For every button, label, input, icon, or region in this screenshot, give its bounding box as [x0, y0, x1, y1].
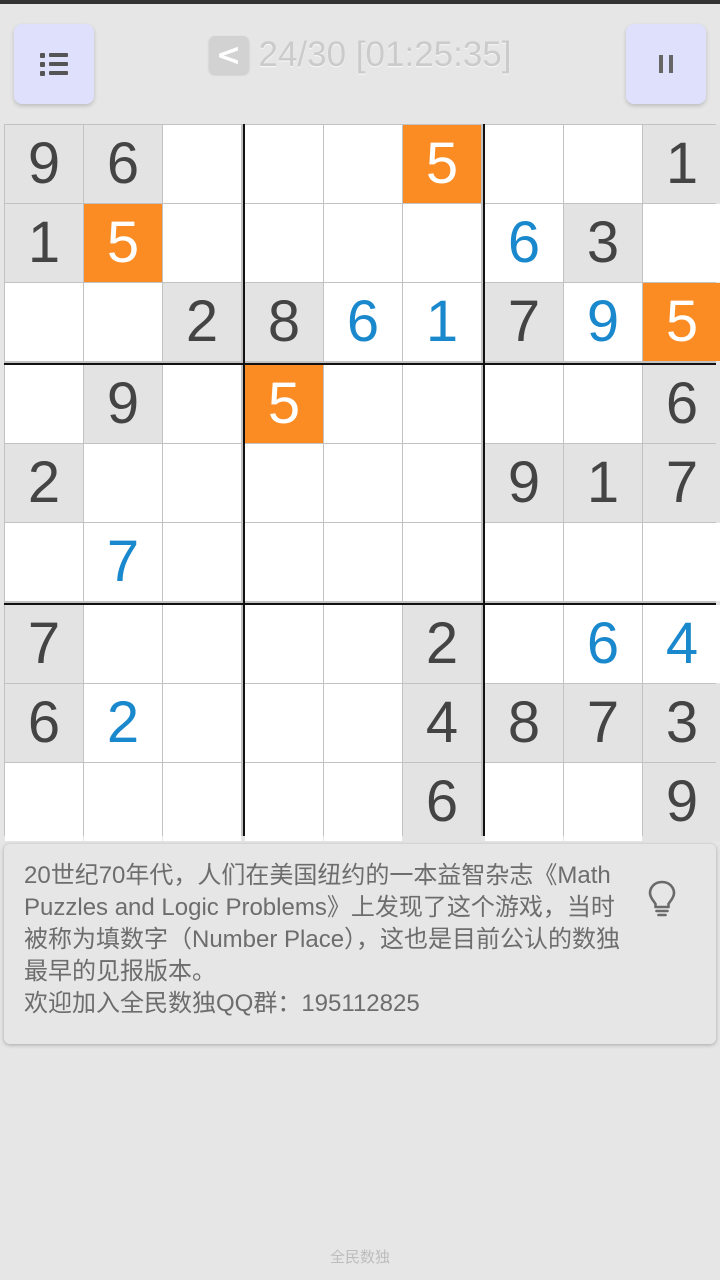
- cell-r5-c1[interactable]: 2: [5, 444, 83, 522]
- cell-r7-c5[interactable]: [324, 605, 402, 683]
- cell-r2-c1[interactable]: 1: [5, 204, 83, 282]
- cell-r4-c5[interactable]: [324, 365, 402, 443]
- cell-r6-c7[interactable]: [485, 523, 563, 601]
- cell-r3-c3[interactable]: 2: [163, 283, 241, 361]
- cell-r8-c4[interactable]: [245, 684, 323, 762]
- cell-r1-c5[interactable]: [324, 125, 402, 203]
- cell-r3-c5[interactable]: 6: [324, 283, 402, 361]
- cell-r4-c2[interactable]: 9: [84, 365, 162, 443]
- cell-r9-c6[interactable]: 6: [403, 763, 481, 841]
- cell-r5-c8[interactable]: 1: [564, 444, 642, 522]
- cell-r1-c4[interactable]: [245, 125, 323, 203]
- cell-r2-c6[interactable]: [403, 204, 481, 282]
- cell-r5-c4[interactable]: [245, 444, 323, 522]
- info-text: 20世纪70年代，人们在美国纽约的一本益智杂志《Math Puzzles and…: [24, 862, 621, 1017]
- top-border: [0, 0, 720, 4]
- cell-r9-c2[interactable]: [84, 763, 162, 841]
- cell-r9-c8[interactable]: [564, 763, 642, 841]
- cell-r6-c1[interactable]: [5, 523, 83, 601]
- cell-r3-c6[interactable]: 1: [403, 283, 481, 361]
- cell-r4-c6[interactable]: [403, 365, 481, 443]
- cell-r4-c3[interactable]: [163, 365, 241, 443]
- cell-r4-c4[interactable]: 5: [245, 365, 323, 443]
- cell-r9-c5[interactable]: [324, 763, 402, 841]
- cell-r3-c1[interactable]: [5, 283, 83, 361]
- cell-r2-c2[interactable]: 5: [84, 204, 162, 282]
- cell-r6-c3[interactable]: [163, 523, 241, 601]
- info-panel: 20世纪70年代，人们在美国纽约的一本益智杂志《Math Puzzles and…: [4, 844, 716, 1044]
- cell-r6-c5[interactable]: [324, 523, 402, 601]
- pause-icon: [656, 55, 676, 73]
- cell-r5-c3[interactable]: [163, 444, 241, 522]
- cell-r1-c6[interactable]: 5: [403, 125, 481, 203]
- cell-r6-c6[interactable]: [403, 523, 481, 601]
- cell-r3-c7[interactable]: 7: [485, 283, 563, 361]
- cell-r7-c3[interactable]: [163, 605, 241, 683]
- cell-r6-c8[interactable]: [564, 523, 642, 601]
- cell-r7-c8[interactable]: 6: [564, 605, 642, 683]
- cell-r8-c6[interactable]: 4: [403, 684, 481, 762]
- cell-r9-c3[interactable]: [163, 763, 241, 841]
- cell-r4-c8[interactable]: [564, 365, 642, 443]
- cell-r2-c5[interactable]: [324, 204, 402, 282]
- cell-r7-c1[interactable]: 7: [5, 605, 83, 683]
- cell-r8-c7[interactable]: 8: [485, 684, 563, 762]
- cell-r5-c5[interactable]: [324, 444, 402, 522]
- sudoku-board: 96511563286179595629177726462487369: [4, 124, 720, 841]
- box-divider-vertical: [483, 124, 485, 836]
- cell-r1-c2[interactable]: 6: [84, 125, 162, 203]
- cell-r7-c7[interactable]: [485, 605, 563, 683]
- back-button[interactable]: <: [208, 36, 249, 74]
- cell-r6-c2[interactable]: 7: [84, 523, 162, 601]
- footer-label: 全民数独: [329, 1248, 390, 1266]
- cell-r9-c9[interactable]: 9: [643, 763, 720, 841]
- cell-r8-c1[interactable]: 6: [5, 684, 83, 762]
- cell-r2-c7[interactable]: 6: [485, 204, 563, 282]
- cell-r9-c7[interactable]: [485, 763, 563, 841]
- cell-r1-c8[interactable]: [564, 125, 642, 203]
- cell-r7-c4[interactable]: [245, 605, 323, 683]
- cell-r8-c5[interactable]: [324, 684, 402, 762]
- cell-r8-c2[interactable]: 2: [84, 684, 162, 762]
- cell-r5-c6[interactable]: [403, 444, 481, 522]
- cell-r4-c9[interactable]: 6: [643, 365, 720, 443]
- cell-r1-c7[interactable]: [485, 125, 563, 203]
- box-divider-horizontal: [4, 603, 716, 605]
- cell-r4-c1[interactable]: [5, 365, 83, 443]
- cell-r8-c9[interactable]: 3: [643, 684, 720, 762]
- box-divider-horizontal: [4, 363, 716, 365]
- cell-r2-c4[interactable]: [245, 204, 323, 282]
- cell-r4-c7[interactable]: [485, 365, 563, 443]
- cell-r3-c2[interactable]: [84, 283, 162, 361]
- cell-r2-c8[interactable]: 3: [564, 204, 642, 282]
- cell-r5-c2[interactable]: [84, 444, 162, 522]
- cell-r1-c3[interactable]: [163, 125, 241, 203]
- lightbulb-icon[interactable]: [644, 878, 680, 922]
- cell-r5-c9[interactable]: 7: [643, 444, 720, 522]
- cell-r8-c3[interactable]: [163, 684, 241, 762]
- cell-r1-c1[interactable]: 9: [5, 125, 83, 203]
- cell-r5-c7[interactable]: 9: [485, 444, 563, 522]
- cell-r3-c4[interactable]: 8: [245, 283, 323, 361]
- cell-r3-c8[interactable]: 9: [564, 283, 642, 361]
- cell-r3-c9[interactable]: 5: [643, 283, 720, 361]
- header: < 24/30 [01:25:35]: [0, 34, 720, 76]
- cell-r1-c9[interactable]: 1: [643, 125, 720, 203]
- cell-r8-c8[interactable]: 7: [564, 684, 642, 762]
- cell-r7-c6[interactable]: 2: [403, 605, 481, 683]
- cell-r9-c4[interactable]: [245, 763, 323, 841]
- cell-r6-c4[interactable]: [245, 523, 323, 601]
- cell-r6-c9[interactable]: [643, 523, 720, 601]
- cell-r7-c2[interactable]: [84, 605, 162, 683]
- progress-timer: 24/30 [01:25:35]: [258, 35, 512, 74]
- cell-r2-c3[interactable]: [163, 204, 241, 282]
- box-divider-vertical: [243, 124, 245, 836]
- cell-r2-c9[interactable]: [643, 204, 720, 282]
- pause-button[interactable]: [626, 24, 706, 104]
- cell-r9-c1[interactable]: [5, 763, 83, 841]
- cell-r7-c9[interactable]: 4: [643, 605, 720, 683]
